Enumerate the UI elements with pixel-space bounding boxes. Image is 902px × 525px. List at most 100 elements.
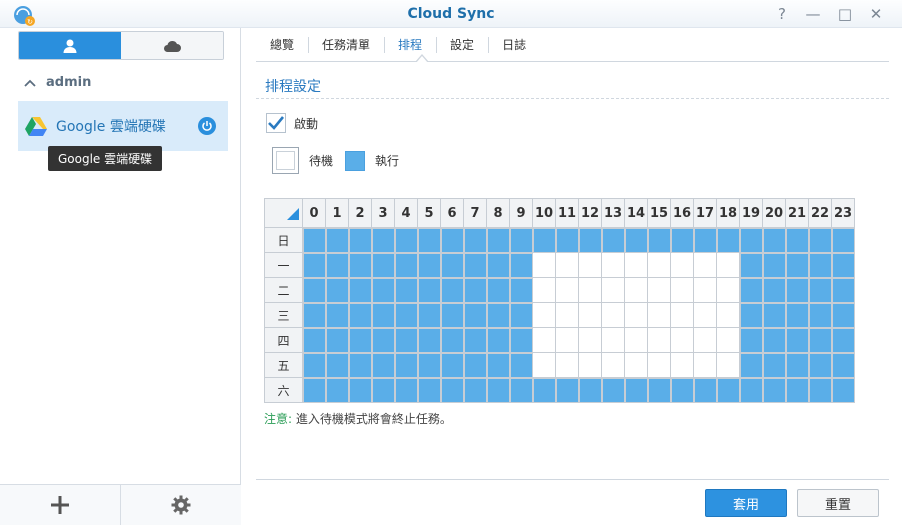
day-header[interactable]: 四 xyxy=(264,327,303,353)
schedule-cell-run[interactable] xyxy=(785,377,809,403)
hour-header[interactable]: 8 xyxy=(486,198,510,228)
schedule-cell-run[interactable] xyxy=(486,327,510,353)
schedule-cell-run[interactable] xyxy=(532,227,556,253)
enable-schedule-checkbox[interactable] xyxy=(266,113,286,133)
schedule-cell-run[interactable] xyxy=(302,352,326,378)
hour-header[interactable]: 13 xyxy=(601,198,625,228)
tab-task-list[interactable]: 任務清單 xyxy=(308,28,384,61)
schedule-cell-run[interactable] xyxy=(486,252,510,278)
schedule-cell-run[interactable] xyxy=(371,277,395,303)
schedule-cell-run[interactable] xyxy=(417,327,441,353)
schedule-cell-idle[interactable] xyxy=(647,352,671,378)
schedule-cell-run[interactable] xyxy=(463,327,487,353)
schedule-cell-run[interactable] xyxy=(739,352,763,378)
schedule-cell-run[interactable] xyxy=(394,377,418,403)
schedule-cell-idle[interactable] xyxy=(647,327,671,353)
schedule-cell-idle[interactable] xyxy=(532,327,556,353)
schedule-cell-run[interactable] xyxy=(831,277,855,303)
schedule-cell-idle[interactable] xyxy=(647,252,671,278)
schedule-cell-run[interactable] xyxy=(302,327,326,353)
schedule-cell-run[interactable] xyxy=(463,277,487,303)
schedule-cell-run[interactable] xyxy=(463,252,487,278)
schedule-cell-run[interactable] xyxy=(302,252,326,278)
user-view-button[interactable] xyxy=(19,32,121,59)
schedule-cell-idle[interactable] xyxy=(532,252,556,278)
schedule-cell-run[interactable] xyxy=(647,377,671,403)
schedule-cell-run[interactable] xyxy=(693,377,717,403)
schedule-cell-idle[interactable] xyxy=(532,352,556,378)
schedule-cell-idle[interactable] xyxy=(601,277,625,303)
schedule-cell-idle[interactable] xyxy=(555,352,579,378)
schedule-cell-run[interactable] xyxy=(417,252,441,278)
day-header[interactable]: 三 xyxy=(264,302,303,328)
schedule-cell-run[interactable] xyxy=(394,302,418,328)
hour-header[interactable]: 19 xyxy=(739,198,763,228)
hour-header[interactable]: 11 xyxy=(555,198,579,228)
hour-header[interactable]: 15 xyxy=(647,198,671,228)
schedule-cell-run[interactable] xyxy=(831,352,855,378)
schedule-cell-run[interactable] xyxy=(417,302,441,328)
schedule-cell-run[interactable] xyxy=(578,227,602,253)
schedule-cell-run[interactable] xyxy=(394,252,418,278)
schedule-cell-idle[interactable] xyxy=(532,277,556,303)
hour-header[interactable]: 3 xyxy=(371,198,395,228)
hour-header[interactable]: 16 xyxy=(670,198,694,228)
schedule-cell-run[interactable] xyxy=(808,352,832,378)
schedule-cell-idle[interactable] xyxy=(601,252,625,278)
schedule-cell-run[interactable] xyxy=(739,227,763,253)
schedule-cell-run[interactable] xyxy=(831,377,855,403)
schedule-cell-run[interactable] xyxy=(486,352,510,378)
schedule-cell-run[interactable] xyxy=(348,377,372,403)
schedule-cell-run[interactable] xyxy=(762,352,786,378)
schedule-cell-run[interactable] xyxy=(739,252,763,278)
hour-header[interactable]: 6 xyxy=(440,198,464,228)
schedule-cell-run[interactable] xyxy=(785,252,809,278)
schedule-cell-run[interactable] xyxy=(394,327,418,353)
hour-header[interactable]: 5 xyxy=(417,198,441,228)
schedule-cell-run[interactable] xyxy=(325,277,349,303)
select-all-corner[interactable] xyxy=(264,198,303,228)
minimize-button[interactable]: — xyxy=(803,4,823,24)
schedule-cell-run[interactable] xyxy=(463,302,487,328)
schedule-cell-run[interactable] xyxy=(762,277,786,303)
schedule-cell-run[interactable] xyxy=(440,352,464,378)
schedule-cell-idle[interactable] xyxy=(716,352,740,378)
schedule-cell-run[interactable] xyxy=(509,302,533,328)
schedule-cell-idle[interactable] xyxy=(624,352,648,378)
reset-button[interactable]: 重置 xyxy=(797,489,879,517)
schedule-cell-run[interactable] xyxy=(624,377,648,403)
hour-header[interactable]: 18 xyxy=(716,198,740,228)
schedule-cell-run[interactable] xyxy=(762,252,786,278)
schedule-cell-run[interactable] xyxy=(624,227,648,253)
schedule-cell-idle[interactable] xyxy=(647,277,671,303)
schedule-cell-run[interactable] xyxy=(440,327,464,353)
hour-header[interactable]: 14 xyxy=(624,198,648,228)
hour-header[interactable]: 23 xyxy=(831,198,855,228)
schedule-cell-run[interactable] xyxy=(325,377,349,403)
schedule-cell-idle[interactable] xyxy=(716,277,740,303)
schedule-cell-idle[interactable] xyxy=(624,277,648,303)
schedule-cell-run[interactable] xyxy=(509,352,533,378)
schedule-cell-run[interactable] xyxy=(785,352,809,378)
day-header[interactable]: 一 xyxy=(264,252,303,278)
day-header[interactable]: 日 xyxy=(264,227,303,253)
schedule-cell-run[interactable] xyxy=(647,227,671,253)
day-header[interactable]: 五 xyxy=(264,352,303,378)
schedule-cell-idle[interactable] xyxy=(578,327,602,353)
schedule-cell-run[interactable] xyxy=(440,252,464,278)
schedule-cell-run[interactable] xyxy=(509,327,533,353)
schedule-cell-run[interactable] xyxy=(348,277,372,303)
schedule-cell-idle[interactable] xyxy=(624,252,648,278)
schedule-cell-run[interactable] xyxy=(417,377,441,403)
schedule-cell-run[interactable] xyxy=(440,377,464,403)
hour-header[interactable]: 4 xyxy=(394,198,418,228)
schedule-cell-run[interactable] xyxy=(509,252,533,278)
schedule-cell-run[interactable] xyxy=(739,327,763,353)
schedule-cell-idle[interactable] xyxy=(670,252,694,278)
schedule-cell-run[interactable] xyxy=(808,252,832,278)
schedule-cell-run[interactable] xyxy=(762,227,786,253)
hour-header[interactable]: 21 xyxy=(785,198,809,228)
schedule-cell-idle[interactable] xyxy=(716,327,740,353)
schedule-cell-run[interactable] xyxy=(325,327,349,353)
schedule-cell-idle[interactable] xyxy=(647,302,671,328)
